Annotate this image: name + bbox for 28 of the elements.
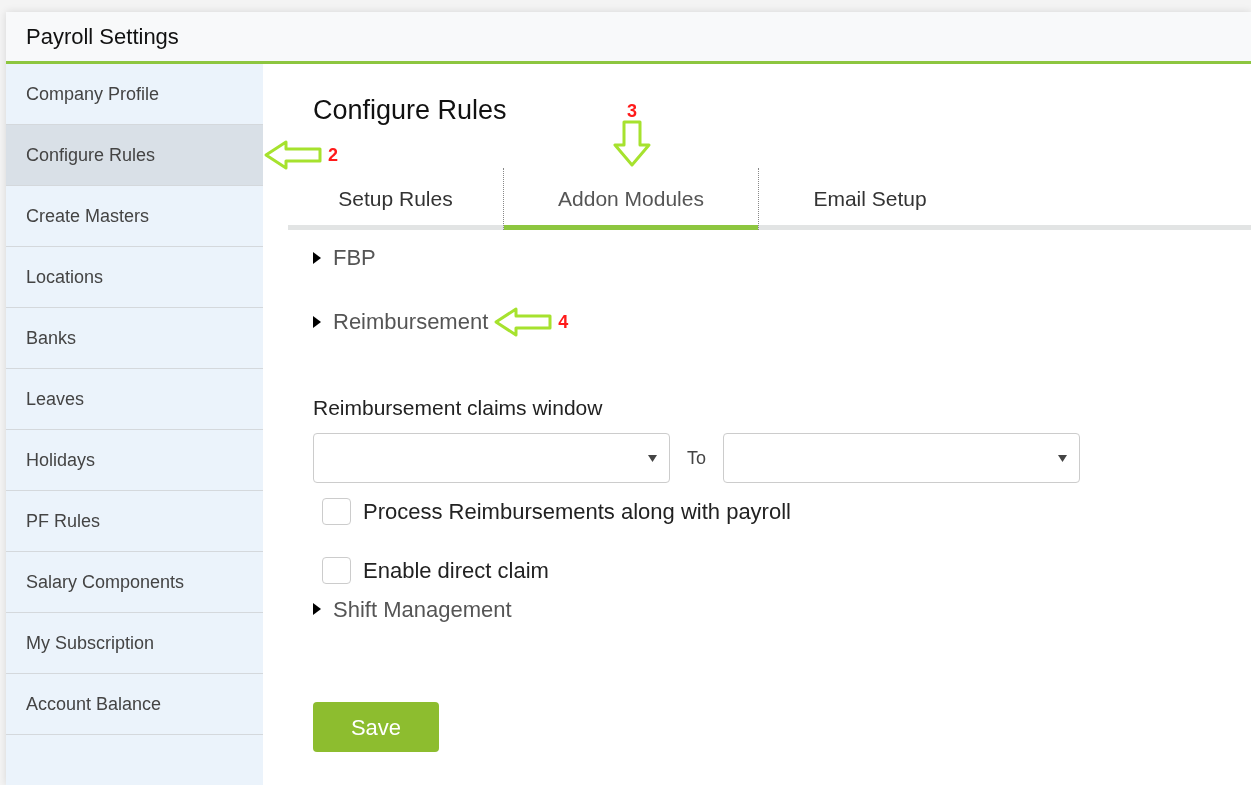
section-toggle[interactable]: Reimbursement [313,305,489,339]
page-title: Configure Rules [313,94,507,127]
sidebar-item[interactable]: Configure Rules [6,125,263,186]
window-title: Payroll Settings [26,23,179,51]
range-separator: To [687,446,706,470]
arrow-icon [494,306,555,337]
callout-number: 4 [558,312,569,331]
checkbox-label: Process Reimbursements along with payroll [363,498,791,527]
dropdown-caret-icon [1058,454,1067,462]
section-toggle[interactable]: FBP [313,241,376,275]
to-select[interactable] [723,433,1080,484]
arrow-icon [613,119,651,168]
tab[interactable]: Email Setup [759,167,981,230]
section-toggle[interactable]: Shift Management [313,592,512,626]
caret-right-icon [313,603,321,616]
field-label: Reimbursement claims window [313,394,603,421]
checkbox-label: Enable direct claim [363,557,549,586]
caret-right-icon [313,315,321,328]
tab[interactable]: Addon Modules [503,167,759,230]
caret-right-icon [313,251,321,264]
checkbox[interactable] [322,498,351,526]
arrow-icon [264,140,324,170]
from-select[interactable] [313,433,670,484]
tab[interactable]: Setup Rules [288,167,503,230]
callout-number: 2 [328,146,338,164]
checkbox[interactable] [322,557,351,585]
dropdown-caret-icon [648,454,657,462]
callout-number: 3 [627,101,637,120]
